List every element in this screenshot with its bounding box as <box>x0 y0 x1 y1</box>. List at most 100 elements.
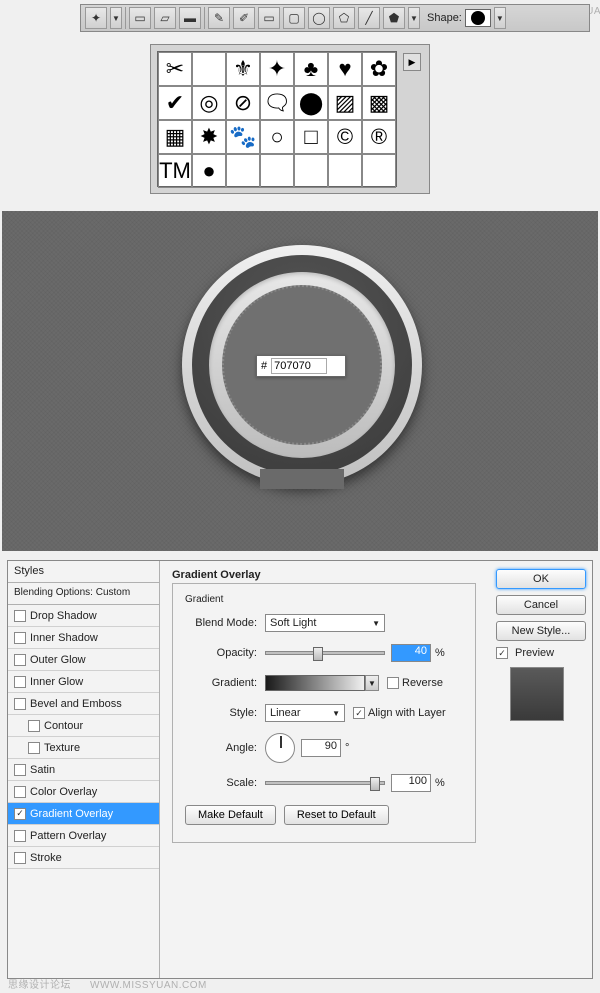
shape-options-dropdown[interactable]: ▼ <box>408 7 420 29</box>
style-item-bevel-and-emboss[interactable]: Bevel and Emboss <box>8 693 159 715</box>
tool-preset-dropdown[interactable]: ▼ <box>110 7 122 29</box>
shape-cell[interactable] <box>260 154 294 188</box>
shape-cell[interactable] <box>294 154 328 188</box>
angle-label: Angle: <box>185 742 265 754</box>
style-item-inner-shadow[interactable]: Inner Shadow <box>8 627 159 649</box>
shape-cell[interactable] <box>328 154 362 188</box>
style-item-satin[interactable]: Satin <box>8 759 159 781</box>
style-item-texture[interactable]: Texture <box>8 737 159 759</box>
style-item-inner-glow[interactable]: Inner Glow <box>8 671 159 693</box>
shape-cell[interactable]: ● <box>192 154 226 188</box>
style-item-pattern-overlay[interactable]: Pattern Overlay <box>8 825 159 847</box>
preview-checkbox[interactable]: ✓ <box>496 647 508 659</box>
shape-cell[interactable]: 🐾 <box>226 120 260 154</box>
style-select[interactable]: Linear▼ <box>265 704 345 722</box>
style-checkbox[interactable] <box>14 698 26 710</box>
style-checkbox[interactable] <box>14 852 26 864</box>
shape-cell[interactable]: ▦ <box>158 120 192 154</box>
shape-cell[interactable]: ▨ <box>328 86 362 120</box>
shape-cell[interactable]: ✿ <box>362 52 396 86</box>
shape-cell[interactable]: ◎ <box>192 86 226 120</box>
style-item-stroke[interactable]: Stroke <box>8 847 159 869</box>
style-item-color-overlay[interactable]: Color Overlay <box>8 781 159 803</box>
align-checkbox[interactable]: ✓ <box>353 707 365 719</box>
preview-swatch <box>510 667 564 721</box>
ok-button[interactable]: OK <box>496 569 586 589</box>
shape-cell[interactable]: TM <box>158 154 192 188</box>
new-style-button[interactable]: New Style... <box>496 621 586 641</box>
canvas-knob-preview: # <box>2 211 598 551</box>
style-checkbox[interactable] <box>14 676 26 688</box>
shape-cell[interactable] <box>192 52 226 86</box>
opacity-input[interactable]: 40 <box>391 644 431 662</box>
style-checkbox[interactable] <box>14 632 26 644</box>
style-item-gradient-overlay[interactable]: ✓Gradient Overlay <box>8 803 159 825</box>
shape-cell[interactable]: 🗨 <box>260 86 294 120</box>
style-item-contour[interactable]: Contour <box>8 715 159 737</box>
shape-cell[interactable]: ⚜ <box>226 52 260 86</box>
style-row: Style: Linear▼ ✓ Align with Layer <box>185 703 463 723</box>
style-checkbox[interactable] <box>14 654 26 666</box>
ellipse-icon[interactable]: ◯ <box>308 7 330 29</box>
gradient-swatch[interactable] <box>265 675 365 691</box>
shape-cell[interactable] <box>226 154 260 188</box>
custom-shape-icon[interactable]: ⬟ <box>383 7 405 29</box>
shape-cell[interactable]: © <box>328 120 362 154</box>
rectangle-icon[interactable]: ▭ <box>258 7 280 29</box>
style-checkbox[interactable] <box>28 720 40 732</box>
styles-list-pane: Styles Blending Options: Custom Drop Sha… <box>8 561 160 978</box>
shape-cell[interactable]: ▩ <box>362 86 396 120</box>
rounded-rect-icon[interactable]: ▢ <box>283 7 305 29</box>
fill-pixels-icon[interactable]: ▬ <box>179 7 201 29</box>
watermark-left-bottom: 思缘设计论坛 <box>8 976 71 991</box>
blending-options-header[interactable]: Blending Options: Custom <box>8 583 159 605</box>
shape-picker-panel: ✂ ⚜✦♣♥✿ ✔◎⊘🗨⬤▨▩ ▦✸🐾○□©® TM● ▶ <box>150 44 430 194</box>
shape-swatch-button[interactable] <box>465 9 491 27</box>
angle-input[interactable]: 90 <box>301 739 341 757</box>
gradient-dropdown-icon[interactable]: ▼ <box>365 675 379 691</box>
style-item-outer-glow[interactable]: Outer Glow <box>8 649 159 671</box>
scale-input[interactable]: 100 <box>391 774 431 792</box>
freeform-pen-icon[interactable]: ✐ <box>233 7 255 29</box>
style-label: Satin <box>30 764 55 776</box>
shape-cell[interactable]: ⊘ <box>226 86 260 120</box>
shape-cell[interactable]: ✦ <box>260 52 294 86</box>
shape-cell[interactable]: ✂ <box>158 52 192 86</box>
shape-cell[interactable]: ✔ <box>158 86 192 120</box>
polygon-icon[interactable]: ⬠ <box>333 7 355 29</box>
make-default-button[interactable]: Make Default <box>185 805 276 825</box>
style-checkbox[interactable] <box>28 742 40 754</box>
shape-picker-dropdown[interactable]: ▼ <box>494 7 506 29</box>
shape-cell[interactable]: ✸ <box>192 120 226 154</box>
styles-header[interactable]: Styles <box>8 561 159 583</box>
opacity-slider[interactable] <box>265 651 385 655</box>
style-checkbox[interactable]: ✓ <box>14 808 26 820</box>
shape-layers-icon[interactable]: ▭ <box>129 7 151 29</box>
shape-picker-menu-icon[interactable]: ▶ <box>403 53 421 71</box>
angle-dial[interactable] <box>265 733 295 763</box>
preview-label: Preview <box>515 647 554 659</box>
custom-shape-tool-icon[interactable]: ✦ <box>85 7 107 29</box>
reset-default-button[interactable]: Reset to Default <box>284 805 389 825</box>
shape-cell[interactable] <box>362 154 396 188</box>
style-checkbox[interactable] <box>14 610 26 622</box>
scale-slider[interactable] <box>265 781 385 785</box>
reverse-checkbox[interactable] <box>387 677 399 689</box>
shape-cell[interactable]: □ <box>294 120 328 154</box>
shape-cell[interactable]: ○ <box>260 120 294 154</box>
paths-icon[interactable]: ▱ <box>154 7 176 29</box>
shape-cell[interactable]: ♣ <box>294 52 328 86</box>
style-label: Texture <box>44 742 80 754</box>
shape-cell[interactable]: ® <box>362 120 396 154</box>
cancel-button[interactable]: Cancel <box>496 595 586 615</box>
blend-mode-select[interactable]: Soft Light▼ <box>265 614 385 632</box>
pen-icon[interactable]: ✎ <box>208 7 230 29</box>
style-item-drop-shadow[interactable]: Drop Shadow <box>8 605 159 627</box>
style-checkbox[interactable] <box>14 830 26 842</box>
style-checkbox[interactable] <box>14 786 26 798</box>
shape-cell[interactable]: ♥ <box>328 52 362 86</box>
style-checkbox[interactable] <box>14 764 26 776</box>
line-icon[interactable]: ╱ <box>358 7 380 29</box>
shape-cell[interactable]: ⬤ <box>294 86 328 120</box>
hex-input[interactable] <box>271 358 327 374</box>
